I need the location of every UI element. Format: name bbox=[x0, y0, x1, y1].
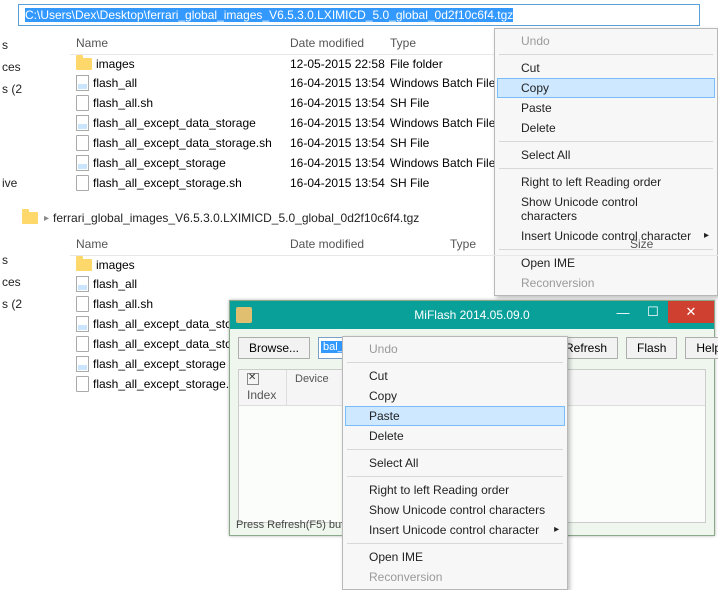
menu-item-cut[interactable]: Cut bbox=[497, 58, 715, 78]
miflash-titlebar[interactable]: MiFlash 2014.05.09.0 — ☐ ✕ bbox=[230, 301, 714, 329]
checkbox-icon[interactable] bbox=[247, 373, 259, 385]
menu-item-delete[interactable]: Delete bbox=[497, 118, 715, 138]
file-name: images bbox=[96, 258, 135, 272]
file-name: flash_all bbox=[93, 277, 137, 291]
menu-item-select-all[interactable]: Select All bbox=[345, 453, 565, 473]
sidebar-stub: s ces s (2) ive bbox=[0, 34, 22, 194]
batch-file-icon bbox=[76, 316, 89, 332]
file-icon bbox=[76, 296, 89, 312]
menu-separator bbox=[499, 168, 713, 169]
menu-item-select-all[interactable]: Select All bbox=[497, 145, 715, 165]
menu-item-paste[interactable]: Paste bbox=[497, 98, 715, 118]
folder-icon bbox=[76, 58, 92, 70]
file-date: 16-04-2015 13:54 bbox=[290, 76, 390, 90]
menu-item-open-ime[interactable]: Open IME bbox=[345, 547, 565, 567]
file-row[interactable]: flash_all bbox=[70, 274, 718, 294]
menu-separator bbox=[347, 449, 563, 450]
file-name: images bbox=[96, 57, 135, 71]
file-date: 16-04-2015 13:54 bbox=[290, 176, 390, 190]
folder-icon bbox=[76, 259, 92, 271]
menu-item-delete[interactable]: Delete bbox=[345, 426, 565, 446]
file-list-header: Name Date modified Type Size bbox=[70, 231, 718, 256]
minimize-button[interactable]: — bbox=[608, 301, 638, 323]
menu-separator bbox=[347, 362, 563, 363]
file-name: flash_all_except_storage.sh bbox=[93, 176, 242, 190]
menu-item-undo: Undo bbox=[497, 31, 715, 51]
menu-item-insert-unicode-control-character[interactable]: Insert Unicode control character▸ bbox=[345, 520, 565, 540]
file-date: 16-04-2015 13:54 bbox=[290, 156, 390, 170]
file-name: flash_all.sh bbox=[93, 96, 153, 110]
file-icon bbox=[76, 135, 89, 151]
file-name: flash_all bbox=[93, 76, 137, 90]
file-date: 16-04-2015 13:54 bbox=[290, 136, 390, 150]
col-header-date[interactable]: Date modified bbox=[290, 36, 390, 50]
file-date: 16-04-2015 13:54 bbox=[290, 96, 390, 110]
help-button[interactable]: Help bbox=[685, 337, 718, 359]
file-name: flash_all_except_storage.sh bbox=[93, 377, 242, 391]
file-icon bbox=[76, 175, 89, 191]
batch-file-icon bbox=[76, 356, 89, 372]
browse-button[interactable]: Browse... bbox=[238, 337, 310, 359]
batch-file-icon bbox=[76, 155, 89, 171]
col-header-name[interactable]: Name bbox=[70, 237, 290, 251]
context-menu-paste: Undo CutCopyPasteDelete Select All Right to… bbox=[342, 336, 568, 590]
menu-item-reconversion: Reconversion bbox=[345, 567, 565, 587]
window-buttons: — ☐ ✕ bbox=[608, 301, 714, 323]
maximize-button[interactable]: ☐ bbox=[638, 301, 668, 323]
close-button[interactable]: ✕ bbox=[668, 301, 714, 323]
menu-item-undo: Undo bbox=[345, 339, 565, 359]
file-icon bbox=[76, 95, 89, 111]
menu-item-copy[interactable]: Copy bbox=[497, 78, 715, 98]
menu-separator bbox=[347, 543, 563, 544]
file-name: flash_all.sh bbox=[93, 297, 153, 311]
file-name: flash_all_except_storage bbox=[93, 357, 226, 371]
chevron-right-icon: ▸ bbox=[44, 213, 49, 224]
folder-icon bbox=[22, 212, 38, 224]
menu-item-right-to-left-reading-order[interactable]: Right to left Reading order bbox=[345, 480, 565, 500]
menu-item-show-unicode-control-characters[interactable]: Show Unicode control characters bbox=[345, 500, 565, 520]
file-date: 16-04-2015 13:54 bbox=[290, 116, 390, 130]
batch-file-icon bbox=[76, 75, 89, 91]
menu-separator bbox=[499, 54, 713, 55]
menu-item-right-to-left-reading-order[interactable]: Right to left Reading order bbox=[497, 172, 715, 192]
flash-button[interactable]: Flash bbox=[626, 337, 677, 359]
file-icon bbox=[76, 376, 89, 392]
breadcrumb-segment[interactable]: ferrari_global_images_V6.5.3.0.LXIMICD_5… bbox=[53, 211, 419, 225]
file-name: flash_all_except_data_storage bbox=[93, 116, 256, 130]
breadcrumb[interactable]: ▸ ferrari_global_images_V6.5.3.0.LXIMICD… bbox=[0, 205, 718, 231]
menu-separator bbox=[499, 141, 713, 142]
menu-item-paste[interactable]: Paste bbox=[345, 406, 565, 426]
menu-item-cut[interactable]: Cut bbox=[345, 366, 565, 386]
col-header-date[interactable]: Date modified bbox=[290, 237, 450, 251]
grid-col-checkbox[interactable]: Index bbox=[239, 370, 287, 405]
menu-separator bbox=[347, 476, 563, 477]
chevron-right-icon: ▸ bbox=[554, 524, 559, 535]
file-icon bbox=[76, 336, 89, 352]
col-header-name[interactable]: Name bbox=[70, 36, 290, 50]
app-icon bbox=[236, 307, 252, 323]
file-date: 12-05-2015 22:58 bbox=[290, 57, 390, 71]
menu-item-copy[interactable]: Copy bbox=[345, 386, 565, 406]
col-header-size[interactable]: Size bbox=[630, 237, 690, 251]
address-text: C:\Users\Dex\Desktop\ferrari_global_imag… bbox=[25, 8, 513, 22]
col-header-type[interactable]: Type bbox=[450, 237, 630, 251]
file-name: flash_all_except_data_storage.sh bbox=[93, 136, 272, 150]
address-bar[interactable]: C:\Users\Dex\Desktop\ferrari_global_imag… bbox=[18, 4, 700, 26]
batch-file-icon bbox=[76, 276, 89, 292]
file-row[interactable]: images bbox=[70, 256, 718, 274]
window-title: MiFlash 2014.05.09.0 bbox=[414, 308, 529, 322]
sidebar-stub: s ces s (2) bbox=[0, 249, 22, 315]
file-name: flash_all_except_storage bbox=[93, 156, 226, 170]
batch-file-icon bbox=[76, 115, 89, 131]
grid-col-device[interactable]: Device bbox=[287, 370, 347, 405]
